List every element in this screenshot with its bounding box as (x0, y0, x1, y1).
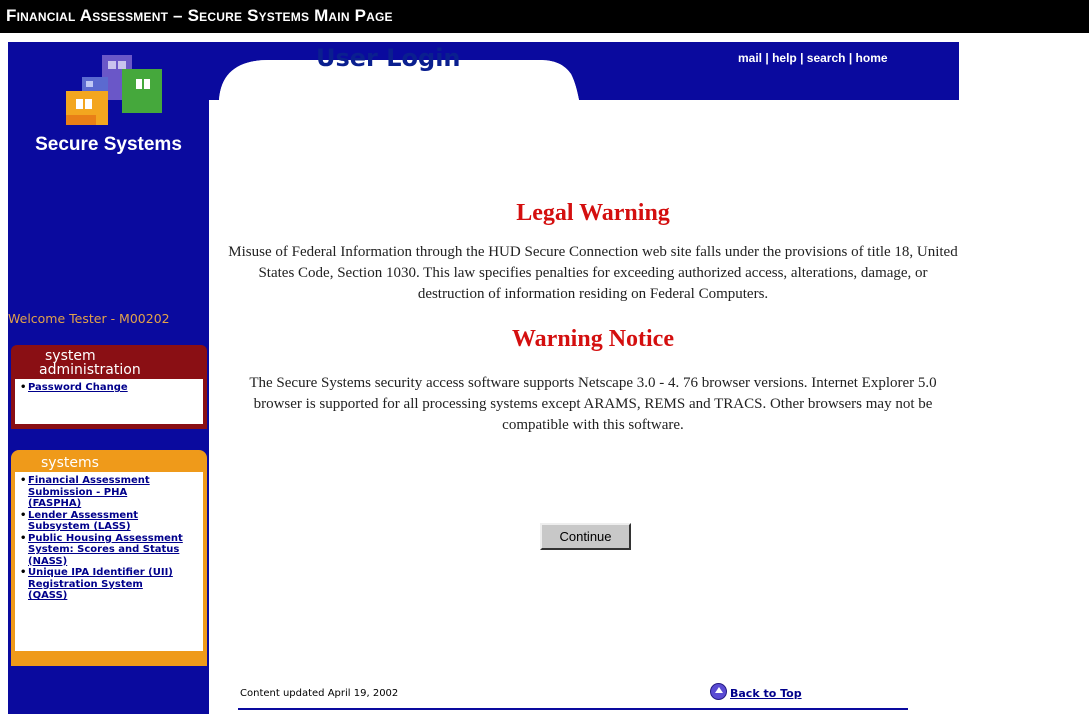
bullet-icon: • (20, 382, 27, 393)
link-line: Unique IPA Identifier (UII) (28, 567, 173, 578)
warning-notice-heading: Warning Notice (512, 326, 674, 352)
legal-warning-text: Misuse of Federal Information through th… (228, 244, 958, 302)
link-line: Financial Assessment (28, 475, 150, 486)
top-nav-links: mail | help | search | home (738, 51, 888, 65)
welcome-message: Welcome Tester - M00202 (8, 311, 170, 326)
bullet-icon: • (20, 475, 27, 486)
password-change-link[interactable]: • Password Change (19, 382, 201, 394)
faspha-link[interactable]: • Financial Assessment Submission - PHA … (19, 475, 201, 510)
systems-panel: systems • Financial Assessment Submissio… (11, 450, 207, 666)
legal-warning-heading: Legal Warning (516, 200, 670, 226)
separator: | (765, 51, 769, 65)
panel-title: system administration (11, 345, 207, 379)
back-to-top-label: Back to Top (730, 687, 802, 700)
separator: | (848, 51, 853, 65)
page-title: User Login (316, 44, 461, 72)
nass-link[interactable]: • Public Housing Assessment System: Scor… (19, 533, 201, 568)
bullet-icon: • (20, 567, 27, 578)
qass-link[interactable]: • Unique IPA Identifier (UII) Registrati… (19, 567, 201, 602)
mail-link[interactable]: mail (738, 51, 762, 65)
footer-divider (238, 708, 908, 710)
up-arrow-icon (710, 683, 727, 700)
back-to-top-link[interactable]: Back to Top (710, 683, 802, 700)
lass-link[interactable]: • Lender Assessment Subsystem (LASS) (19, 510, 201, 533)
link-line: Public Housing Assessment (28, 532, 183, 544)
link-line: Submission - PHA (28, 486, 128, 498)
panel-title: systems (41, 455, 99, 471)
logo-text: Secure Systems (35, 134, 182, 155)
link-line: (NASS) (28, 555, 68, 567)
link-line: (FASPHA) (28, 498, 82, 509)
content-updated-text: Content updated April 19, 2002 (240, 688, 399, 699)
bullet-icon: • (20, 532, 27, 544)
search-link[interactable]: search (807, 51, 846, 65)
home-link[interactable]: home (856, 51, 888, 65)
link-line: (QASS) (28, 590, 68, 601)
continue-button[interactable]: Continue (540, 523, 631, 550)
link-label: Password Change (28, 382, 128, 393)
panel-body: • Financial Assessment Submission - PHA … (15, 472, 203, 651)
link-line: Subsystem (LASS) (28, 521, 131, 532)
bullet-icon: • (20, 509, 27, 521)
separator: | (800, 51, 804, 65)
panel-title-line1: system (45, 348, 96, 364)
help-link[interactable]: help (772, 51, 797, 65)
window-title-bar: Financial Assessment – Secure Systems Ma… (0, 0, 1089, 33)
warning-notice-text: The Secure Systems security access softw… (249, 375, 937, 433)
panel-title-line2: administration (39, 362, 141, 378)
link-line: Registration System (28, 578, 143, 590)
buildings-logo-icon (66, 55, 162, 125)
link-line: System: Scores and Status (28, 544, 180, 555)
window-title: Financial Assessment – Secure Systems Ma… (6, 6, 393, 25)
main-content: Legal Warning Misuse of Federal Informat… (228, 200, 958, 436)
link-line: Lender Assessment (28, 509, 139, 521)
panel-body: • Password Change (15, 379, 203, 424)
system-administration-panel: system administration • Password Change (11, 345, 207, 429)
